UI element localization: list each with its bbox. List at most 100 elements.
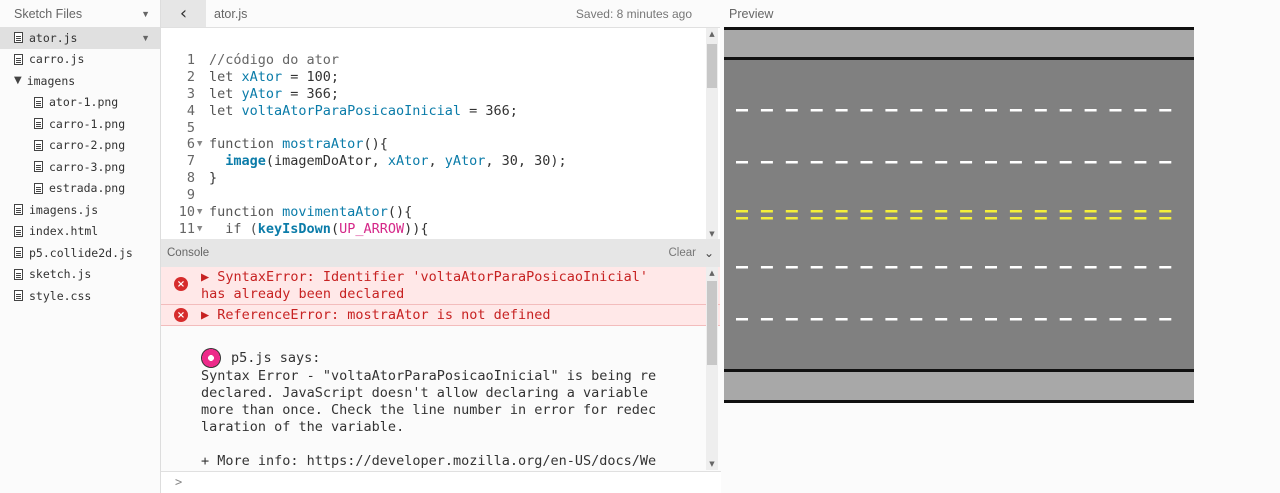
scroll-up-arrow-icon[interactable]: ▲	[706, 30, 718, 38]
file-item[interactable]: carro.js	[0, 49, 160, 71]
folder-item[interactable]: ▼ imagens	[0, 70, 160, 92]
preview-canvas[interactable]	[724, 27, 1194, 403]
fold-arrow-icon	[197, 103, 209, 120]
file-icon	[14, 290, 23, 302]
code-token: }	[209, 170, 218, 187]
file-options-chevron-icon[interactable]: ▼	[141, 33, 150, 43]
console-scrollbar-thumb[interactable]	[707, 281, 717, 365]
collapse-console-chevron-icon[interactable]: ⌄	[704, 246, 714, 260]
center-dash	[1159, 210, 1172, 213]
error-icon: ×	[174, 308, 188, 322]
code-line[interactable]: 11 ▼ if (keyIsDown(UP_ARROW)){	[161, 221, 567, 238]
file-label: carro-3.png	[49, 159, 126, 174]
center-dash	[1009, 217, 1022, 220]
file-item[interactable]: ator-1.png	[0, 92, 160, 114]
center-dash	[860, 217, 873, 220]
file-item[interactable]: sketch.js	[0, 264, 160, 286]
center-dash	[1034, 210, 1047, 213]
file-icon	[34, 161, 43, 173]
file-item[interactable]: index.html	[0, 221, 160, 243]
code-lines[interactable]: 1 //código do ator 2 let xAtor = 100; 3 let y…	[161, 52, 567, 238]
console-prompt-chevron-icon: >	[175, 475, 183, 489]
console-output: × ▶ SyntaxError: Identifier 'voltaAtorPa…	[161, 267, 720, 470]
lane-dash	[1034, 161, 1047, 164]
collapse-sidebar-button[interactable]: ‹	[161, 0, 206, 27]
scroll-down-arrow-icon[interactable]: ▼	[706, 460, 718, 468]
code-line[interactable]: 5	[161, 120, 567, 137]
code-token: image	[225, 153, 266, 170]
center-dash	[1059, 210, 1072, 213]
center-dash	[736, 217, 748, 220]
center-dash	[1034, 217, 1047, 220]
file-label: carro.js	[29, 52, 85, 67]
console-scrollbar[interactable]: ▲ ▼	[706, 267, 718, 470]
code-token: keyIsDown	[257, 220, 331, 237]
lane-dash	[760, 266, 773, 269]
scroll-up-arrow-icon[interactable]: ▲	[706, 269, 718, 277]
lane-dash	[860, 266, 873, 269]
lane-dash	[910, 161, 923, 164]
center-dash	[810, 217, 823, 220]
code-line[interactable]: 7 image (imagemDoAtor, xAtor, yAtor, 30, …	[161, 153, 567, 170]
console-input[interactable]: >	[161, 471, 721, 493]
lane-dash	[935, 109, 948, 112]
code-line[interactable]: 2 let xAtor = 100;	[161, 69, 567, 86]
code-editor[interactable]: 1 //código do ator 2 let xAtor = 100; 3 let y…	[161, 27, 720, 239]
lane-dash	[1009, 266, 1022, 269]
console-clear-button[interactable]: Clear	[668, 247, 695, 259]
file-icon	[14, 247, 23, 259]
center-dash	[910, 217, 923, 220]
file-list: ator.js ▼ carro.js ▼ imagens ator-1.png carro-…	[0, 27, 160, 307]
more-info-link[interactable]: + More info: https://developer.mozilla.o…	[201, 453, 691, 470]
console-title: Console	[167, 247, 210, 259]
file-item[interactable]: carro-3.png	[0, 156, 160, 178]
road-asphalt	[724, 27, 1194, 403]
fold-arrow-icon	[197, 153, 209, 170]
file-item[interactable]: carro-1.png	[0, 113, 160, 135]
code-line[interactable]: 10 ▼ function movimentaAtor(){	[161, 204, 567, 221]
error-message[interactable]: ▶ ReferenceError: mostraAtor is not defi…	[201, 307, 691, 324]
fold-arrow-icon[interactable]: ▼	[197, 136, 209, 153]
lane-dash	[1059, 266, 1072, 269]
file-icon	[14, 53, 23, 65]
file-item[interactable]: p5.collide2d.js	[0, 242, 160, 264]
lane-dash	[810, 161, 823, 164]
center-dash	[1134, 210, 1147, 213]
folder-expand-icon[interactable]: ▼	[14, 75, 22, 86]
center-dash	[835, 210, 848, 213]
code-line[interactable]: 3 let yAtor = 366;	[161, 86, 567, 103]
center-dash	[935, 210, 948, 213]
file-icon	[34, 118, 43, 130]
sidebar-menu-chevron-icon[interactable]: ▼	[141, 9, 150, 19]
error-message[interactable]: ▶ SyntaxError: Identifier 'voltaAtorPara…	[201, 269, 691, 303]
lane-dash	[760, 161, 773, 164]
center-dash	[960, 210, 973, 213]
file-item[interactable]: style.css	[0, 285, 160, 307]
code-line[interactable]: 9	[161, 187, 567, 204]
code-line[interactable]: 8}	[161, 170, 567, 187]
fold-arrow-icon[interactable]: ▼	[197, 221, 209, 238]
code-line[interactable]: 6 ▼ function mostraAtor(){	[161, 136, 567, 153]
fold-arrow-icon	[197, 86, 209, 103]
file-item[interactable]: estrada.png	[0, 178, 160, 200]
code-scrollbar-thumb[interactable]	[707, 44, 717, 88]
code-token: mostraAtor	[282, 136, 364, 153]
fold-arrow-icon	[197, 170, 209, 187]
code-line[interactable]: 4 let voltaAtorParaPosicaoInicial = 366;	[161, 103, 567, 120]
center-dash	[835, 217, 848, 220]
file-label: carro-1.png	[49, 116, 126, 131]
lane-dash	[1059, 161, 1072, 164]
scroll-down-arrow-icon[interactable]: ▼	[706, 230, 718, 238]
file-item[interactable]: carro-2.png	[0, 135, 160, 157]
lane-dash	[935, 266, 948, 269]
center-dash	[910, 210, 923, 213]
file-item[interactable]: ator.js ▼	[0, 27, 160, 49]
file-item[interactable]: imagens.js	[0, 199, 160, 221]
code-scrollbar[interactable]: ▲ ▼	[706, 28, 718, 239]
file-icon	[14, 225, 23, 237]
line-number: 3	[186, 85, 195, 102]
fold-arrow-icon[interactable]: ▼	[197, 204, 209, 221]
code-token: = 100;	[282, 68, 340, 85]
lane-dash	[1134, 266, 1147, 269]
code-line[interactable]: 1 //código do ator	[161, 52, 567, 69]
